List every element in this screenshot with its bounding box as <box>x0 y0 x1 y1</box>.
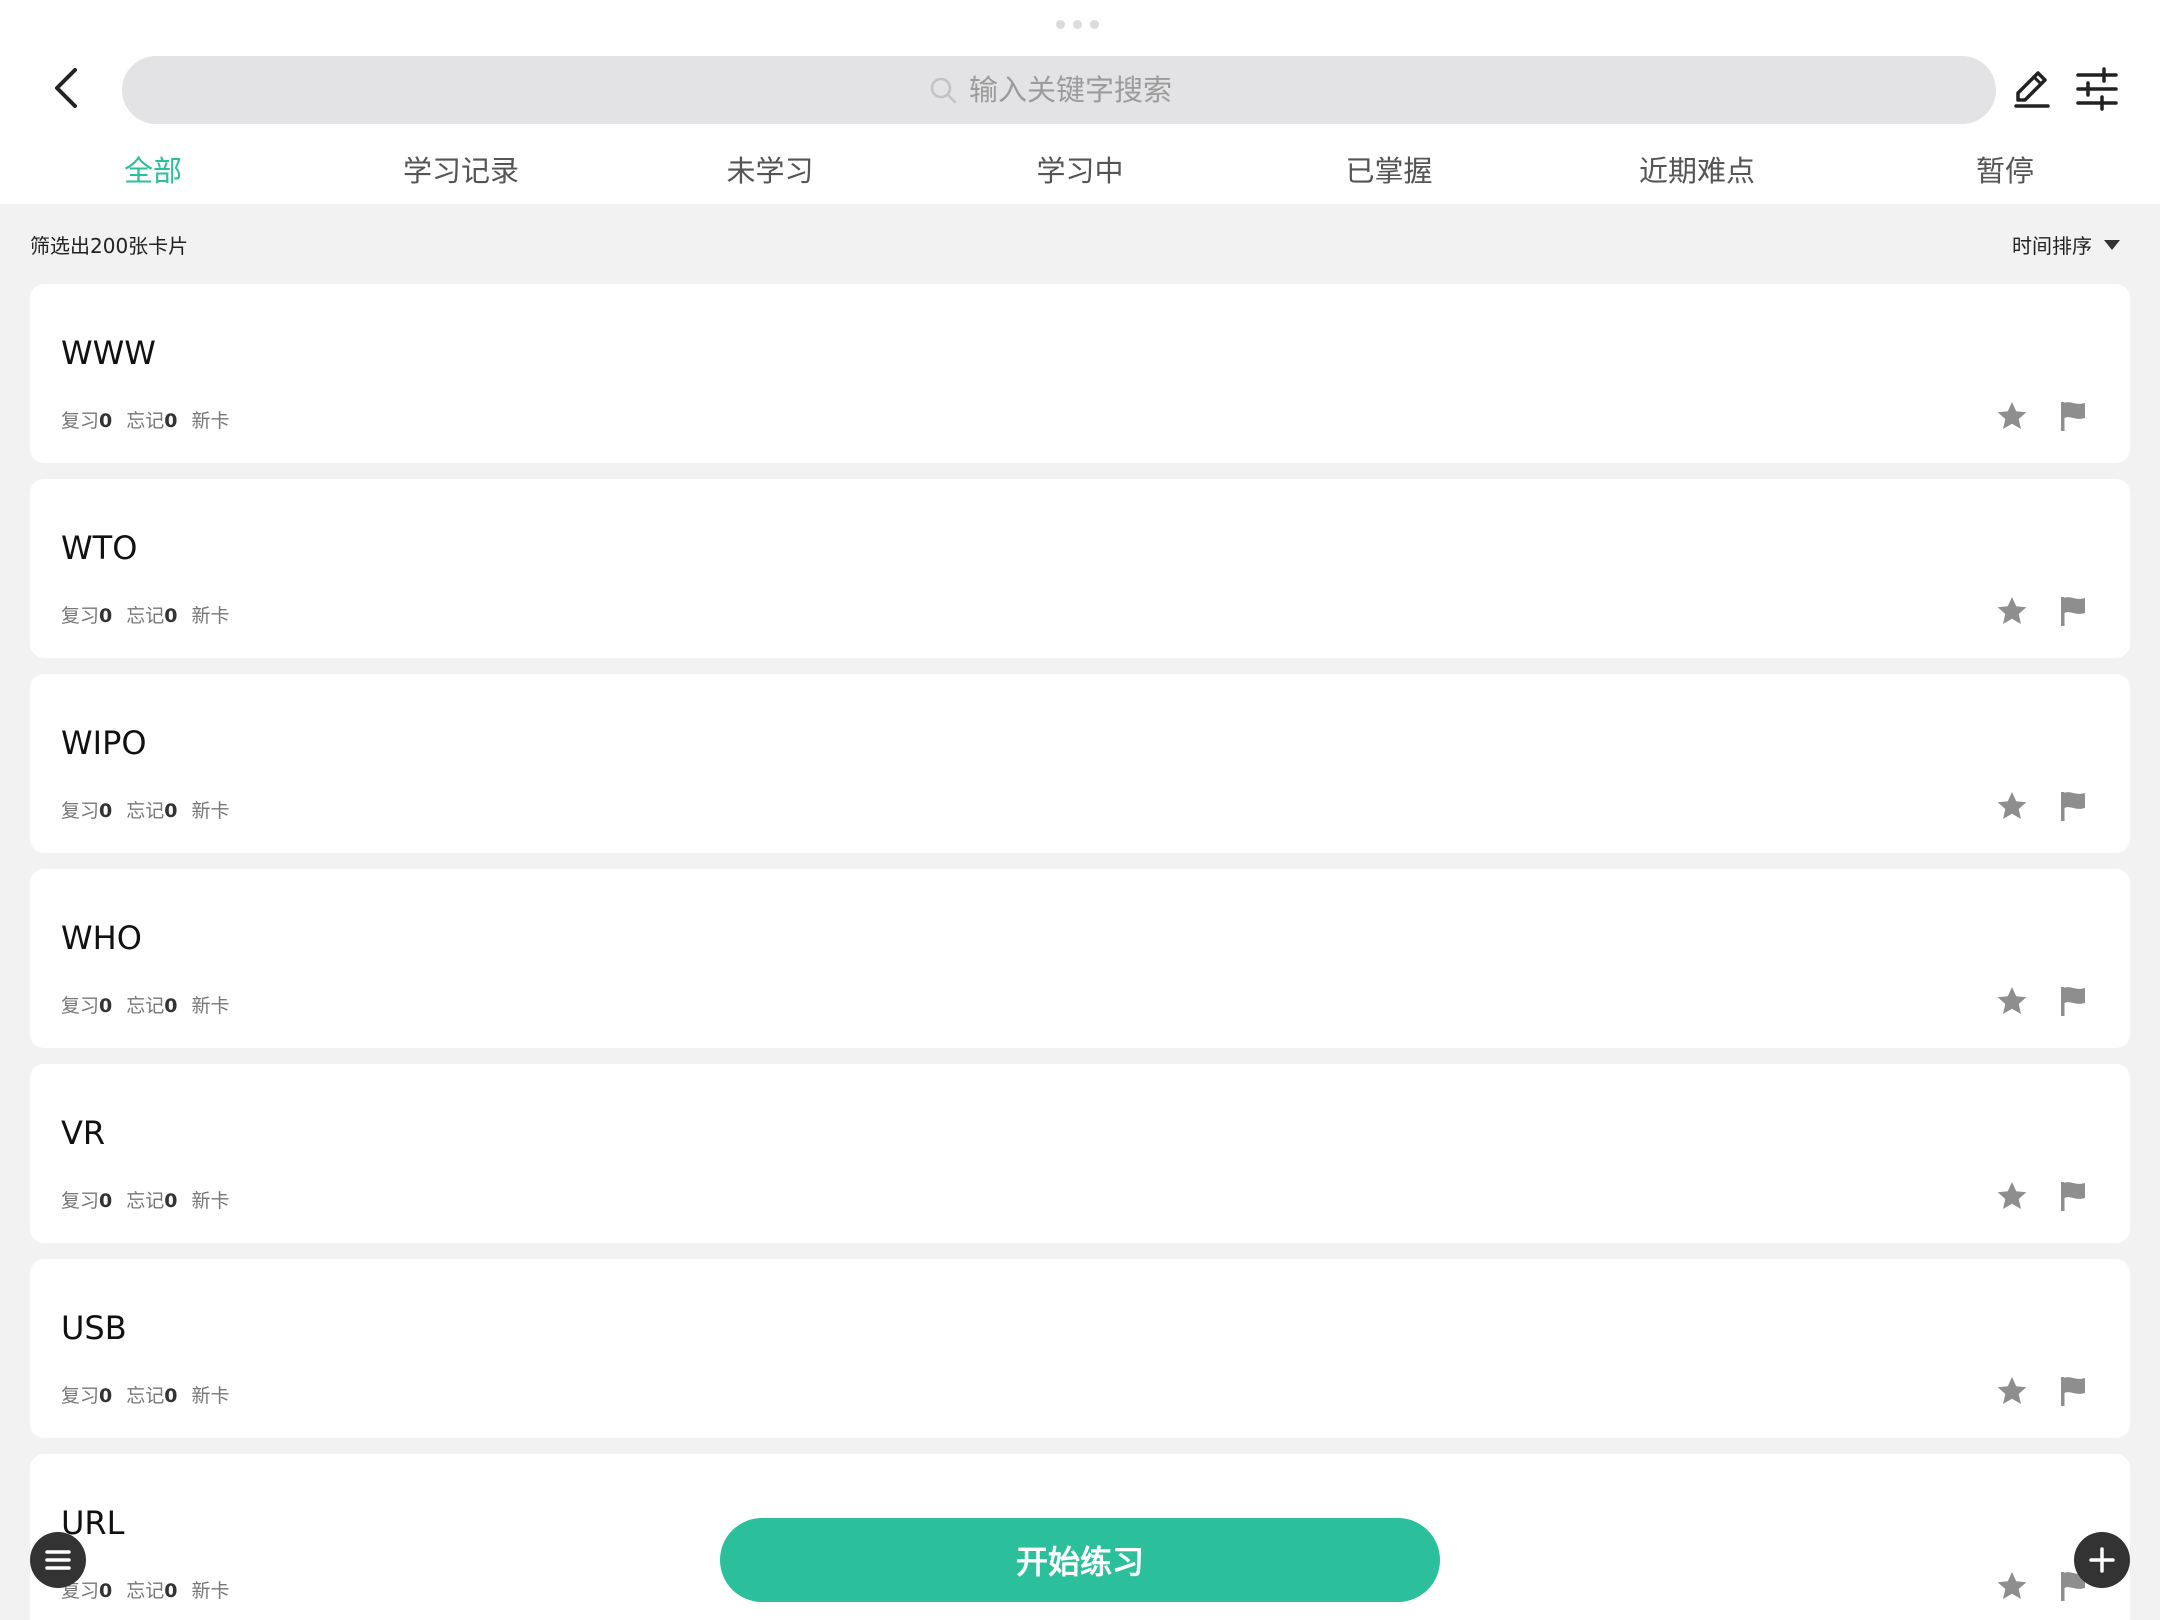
search-input[interactable] <box>969 73 1189 107</box>
flag-icon[interactable] <box>2058 790 2088 822</box>
forget-count: 0 <box>164 800 178 822</box>
tab-studying[interactable]: 学习中 <box>1036 148 1123 190</box>
back-button[interactable] <box>40 62 92 114</box>
card-item[interactable]: WHO 复习0 忘记0 新卡 <box>30 869 2130 1048</box>
tab-mastered[interactable]: 已掌握 <box>1345 148 1432 190</box>
card-status: 新卡 <box>191 995 230 1017</box>
sort-dropdown[interactable]: 时间排序 <box>2012 230 2120 259</box>
forget-count: 0 <box>164 410 178 432</box>
sliders-icon <box>2076 67 2118 111</box>
search-icon <box>930 77 957 104</box>
review-label: 复习 <box>61 605 100 627</box>
edit-button[interactable] <box>2010 66 2054 110</box>
menu-icon <box>45 1550 71 1570</box>
review-count: 0 <box>99 800 113 822</box>
chevron-left-icon <box>55 68 77 108</box>
card-item[interactable]: VR 复习0 忘记0 新卡 <box>30 1064 2130 1243</box>
review-label: 复习 <box>61 1385 100 1407</box>
caret-down-icon <box>2104 239 2120 250</box>
review-count: 0 <box>99 1190 113 1212</box>
forget-count: 0 <box>164 995 178 1017</box>
forget-label: 忘记 <box>126 605 165 627</box>
review-label: 复习 <box>61 995 100 1017</box>
review-count: 0 <box>99 410 113 432</box>
card-title: VR <box>61 1114 106 1152</box>
star-icon[interactable] <box>1996 985 2028 1017</box>
header: 全部 学习记录 未学习 学习中 已掌握 近期难点 暂停 <box>0 0 2160 204</box>
window-grabber[interactable] <box>1056 20 1099 29</box>
flag-icon[interactable] <box>2058 1375 2088 1407</box>
star-icon[interactable] <box>1996 790 2028 822</box>
card-status: 新卡 <box>191 1580 230 1602</box>
card-status: 新卡 <box>191 410 230 432</box>
card-title: WWW <box>61 334 156 372</box>
card-status: 新卡 <box>191 605 230 627</box>
tab-recent-difficult[interactable]: 近期难点 <box>1639 148 1755 190</box>
review-count: 0 <box>99 1580 113 1602</box>
card-meta: 复习0 忘记0 新卡 <box>61 406 230 433</box>
review-count: 0 <box>99 605 113 627</box>
star-icon[interactable] <box>1996 400 2028 432</box>
card-title: WHO <box>61 919 142 957</box>
card-item[interactable]: WWW 复习0 忘记0 新卡 <box>30 284 2130 463</box>
tab-study-records[interactable]: 学习记录 <box>403 148 519 190</box>
card-status: 新卡 <box>191 1190 230 1212</box>
forget-count: 0 <box>164 1580 178 1602</box>
card-title: WTO <box>61 529 138 567</box>
sort-label: 时间排序 <box>2012 234 2092 258</box>
review-count: 0 <box>99 995 113 1017</box>
card-meta: 复习0 忘记0 新卡 <box>61 601 230 628</box>
card-browser-screen: 全部 学习记录 未学习 学习中 已掌握 近期难点 暂停 筛选出200张卡片 时间… <box>0 0 2160 1620</box>
card-item[interactable]: WTO 复习0 忘记0 新卡 <box>30 479 2130 658</box>
card-title: USB <box>61 1309 127 1347</box>
card-status: 新卡 <box>191 800 230 822</box>
card-status: 新卡 <box>191 1385 230 1407</box>
add-card-button[interactable] <box>2074 1532 2130 1588</box>
forget-label: 忘记 <box>126 1580 165 1602</box>
star-icon[interactable] <box>1996 1180 2028 1212</box>
flag-icon[interactable] <box>2058 400 2088 432</box>
star-icon[interactable] <box>1996 1570 2028 1602</box>
forget-label: 忘记 <box>126 995 165 1017</box>
flag-icon[interactable] <box>2058 1180 2088 1212</box>
menu-button[interactable] <box>30 1532 86 1588</box>
forget-count: 0 <box>164 605 178 627</box>
tab-paused[interactable]: 暂停 <box>1976 148 2034 190</box>
star-icon[interactable] <box>1996 595 2028 627</box>
start-practice-button[interactable]: 开始练习 <box>720 1518 1440 1602</box>
filter-row: 筛选出200张卡片 时间排序 <box>0 228 2160 264</box>
card-item[interactable]: USB 复习0 忘记0 新卡 <box>30 1259 2130 1438</box>
flag-icon[interactable] <box>2058 985 2088 1017</box>
forget-label: 忘记 <box>126 1385 165 1407</box>
star-icon[interactable] <box>1996 1375 2028 1407</box>
review-label: 复习 <box>61 410 100 432</box>
card-count-text: 筛选出200张卡片 <box>30 234 189 258</box>
forget-label: 忘记 <box>126 410 165 432</box>
forget-count: 0 <box>164 1385 178 1407</box>
forget-label: 忘记 <box>126 800 165 822</box>
review-label: 复习 <box>61 800 100 822</box>
forget-label: 忘记 <box>126 1190 165 1212</box>
card-item[interactable]: WIPO 复习0 忘记0 新卡 <box>30 674 2130 853</box>
tab-bar: 全部 学习记录 未学习 学习中 已掌握 近期难点 暂停 <box>0 148 2160 198</box>
pencil-icon <box>2014 71 2050 108</box>
review-label: 复习 <box>61 1190 100 1212</box>
search-bar[interactable] <box>122 56 1996 124</box>
card-meta: 复习0 忘记0 新卡 <box>61 991 230 1018</box>
filter-button[interactable] <box>2074 66 2120 112</box>
forget-count: 0 <box>164 1190 178 1212</box>
card-title: WIPO <box>61 724 147 762</box>
card-meta: 复习0 忘记0 新卡 <box>61 1381 230 1408</box>
card-meta: 复习0 忘记0 新卡 <box>61 796 230 823</box>
card-list: WWW 复习0 忘记0 新卡 WTO 复习0 忘记0 新卡 WIPO 复习0 忘… <box>30 284 2130 1620</box>
tab-all[interactable]: 全部 <box>124 148 182 190</box>
plus-icon <box>2089 1547 2115 1573</box>
card-meta: 复习0 忘记0 新卡 <box>61 1186 230 1213</box>
card-meta: 复习0 忘记0 新卡 <box>61 1576 230 1603</box>
review-count: 0 <box>99 1385 113 1407</box>
flag-icon[interactable] <box>2058 595 2088 627</box>
tab-not-studied[interactable]: 未学习 <box>726 148 813 190</box>
